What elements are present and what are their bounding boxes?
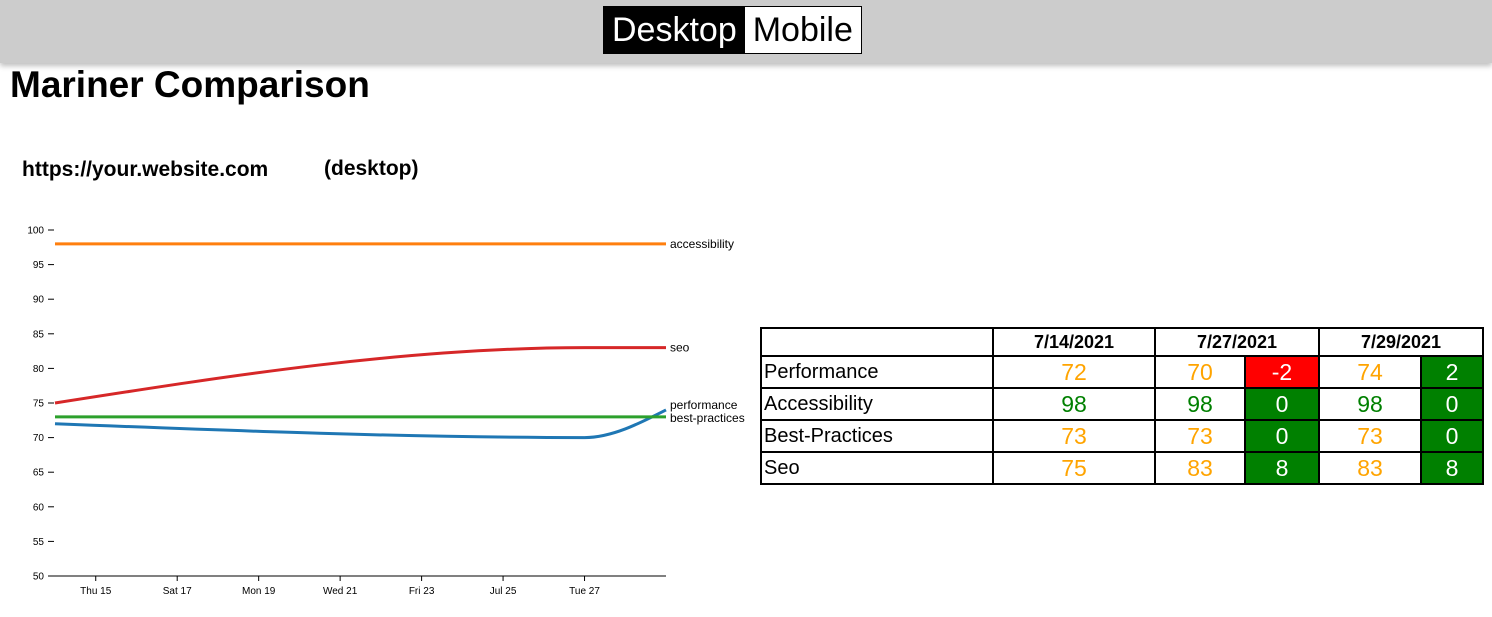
series-labels: accessibility seo performancebest-practice… (670, 237, 745, 425)
x-tick-label: Fri 23 (409, 586, 435, 597)
table-header-row: 7/14/2021 7/27/2021 7/29/2021 (760, 327, 1484, 357)
score-cell: 70 (1154, 355, 1246, 389)
delta-cell: 8 (1420, 451, 1484, 485)
x-axis: Thu 15 Sat 17 Mon 19 Wed 21 Fri 23 Jul 25 Tue … (48, 575, 666, 597)
score-cell: 98 (1154, 387, 1246, 421)
site-url: https://your.website.com (22, 158, 269, 181)
score-cell: 83 (1154, 451, 1246, 485)
score-cell: 73 (992, 419, 1156, 453)
y-tick-label: 95 (33, 260, 45, 271)
series-lines (54, 242, 667, 440)
x-tick-label: Mon 19 (242, 586, 276, 597)
score-history-chart: 50 55 60 65 70 75 80 85 90 95 100 Thu 15 Sat 17 Mon … (27, 226, 745, 598)
table-header-date: 7/29/2021 (1318, 327, 1484, 357)
x-tick-label: Tue 27 (569, 586, 600, 597)
score-cell: 72 (992, 355, 1156, 389)
desktop-toggle-button[interactable]: Desktop (604, 7, 745, 53)
table-header-date: 7/14/2021 (992, 327, 1156, 357)
x-tick-label: Sat 17 (163, 586, 192, 597)
delta-cell: 8 (1244, 451, 1320, 485)
series-label-best-practices: best-practices (670, 411, 745, 425)
y-tick-label: 50 (33, 572, 45, 583)
score-cell: 98 (1318, 387, 1422, 421)
score-comparison-table: 7/14/2021 7/27/2021 7/29/2021 Performanc… (760, 327, 1484, 485)
score-cell: 83 (1318, 451, 1422, 485)
y-tick-label: 75 (33, 399, 45, 410)
y-tick-label: 65 (33, 468, 45, 479)
y-axis: 50 55 60 65 70 75 80 85 90 95 100 (27, 226, 54, 583)
page-title: Mariner Comparison (10, 64, 370, 105)
delta-cell: -2 (1244, 355, 1320, 389)
score-cell: 73 (1154, 419, 1246, 453)
y-tick-label: 100 (27, 226, 44, 237)
score-cell: 98 (992, 387, 1156, 421)
x-tick-label: Wed 21 (323, 586, 358, 597)
series-label-seo: seo (670, 341, 690, 355)
table-row: Accessibility 98 98 0 98 0 (760, 387, 1484, 421)
score-cell: 75 (992, 451, 1156, 485)
delta-cell: 0 (1420, 387, 1484, 421)
series-label-accessibility: accessibility (670, 237, 734, 251)
x-tick-label: Thu 15 (80, 586, 112, 597)
table-body: Performance 72 70 -2 74 2 Accessibility 98 98 0 98… (760, 355, 1484, 485)
table-header-date: 7/27/2021 (1154, 327, 1320, 357)
top-bar: Desktop Mobile (0, 0, 1492, 63)
row-label: Best-Practices (760, 419, 994, 453)
delta-cell: 0 (1244, 387, 1320, 421)
row-label: Performance (760, 355, 994, 389)
delta-cell: 2 (1420, 355, 1484, 389)
series-label-performance: performance (670, 398, 738, 412)
score-cell: 73 (1318, 419, 1422, 453)
row-label: Seo (760, 451, 994, 485)
delta-cell: 0 (1244, 419, 1320, 453)
y-tick-label: 90 (33, 295, 45, 306)
table-row: Performance 72 70 -2 74 2 (760, 355, 1484, 389)
y-tick-label: 80 (33, 364, 45, 375)
y-tick-label: 60 (33, 502, 45, 513)
series-line-performance (54, 408, 667, 440)
y-tick-label: 55 (33, 537, 45, 548)
row-label: Accessibility (760, 387, 994, 421)
x-tick-label: Jul 25 (490, 586, 517, 597)
device-toggle: Desktop Mobile (603, 6, 862, 54)
score-cell: 74 (1318, 355, 1422, 389)
mobile-toggle-button[interactable]: Mobile (744, 7, 861, 53)
table-row: Best-Practices 73 73 0 73 0 (760, 419, 1484, 453)
table-header-empty (760, 327, 994, 357)
y-tick-label: 70 (33, 433, 45, 444)
table-row: Seo 75 83 8 83 8 (760, 451, 1484, 485)
device-label: (desktop) (324, 157, 419, 180)
y-tick-label: 85 (33, 329, 45, 340)
series-line-seo (54, 346, 666, 405)
delta-cell: 0 (1420, 419, 1484, 453)
